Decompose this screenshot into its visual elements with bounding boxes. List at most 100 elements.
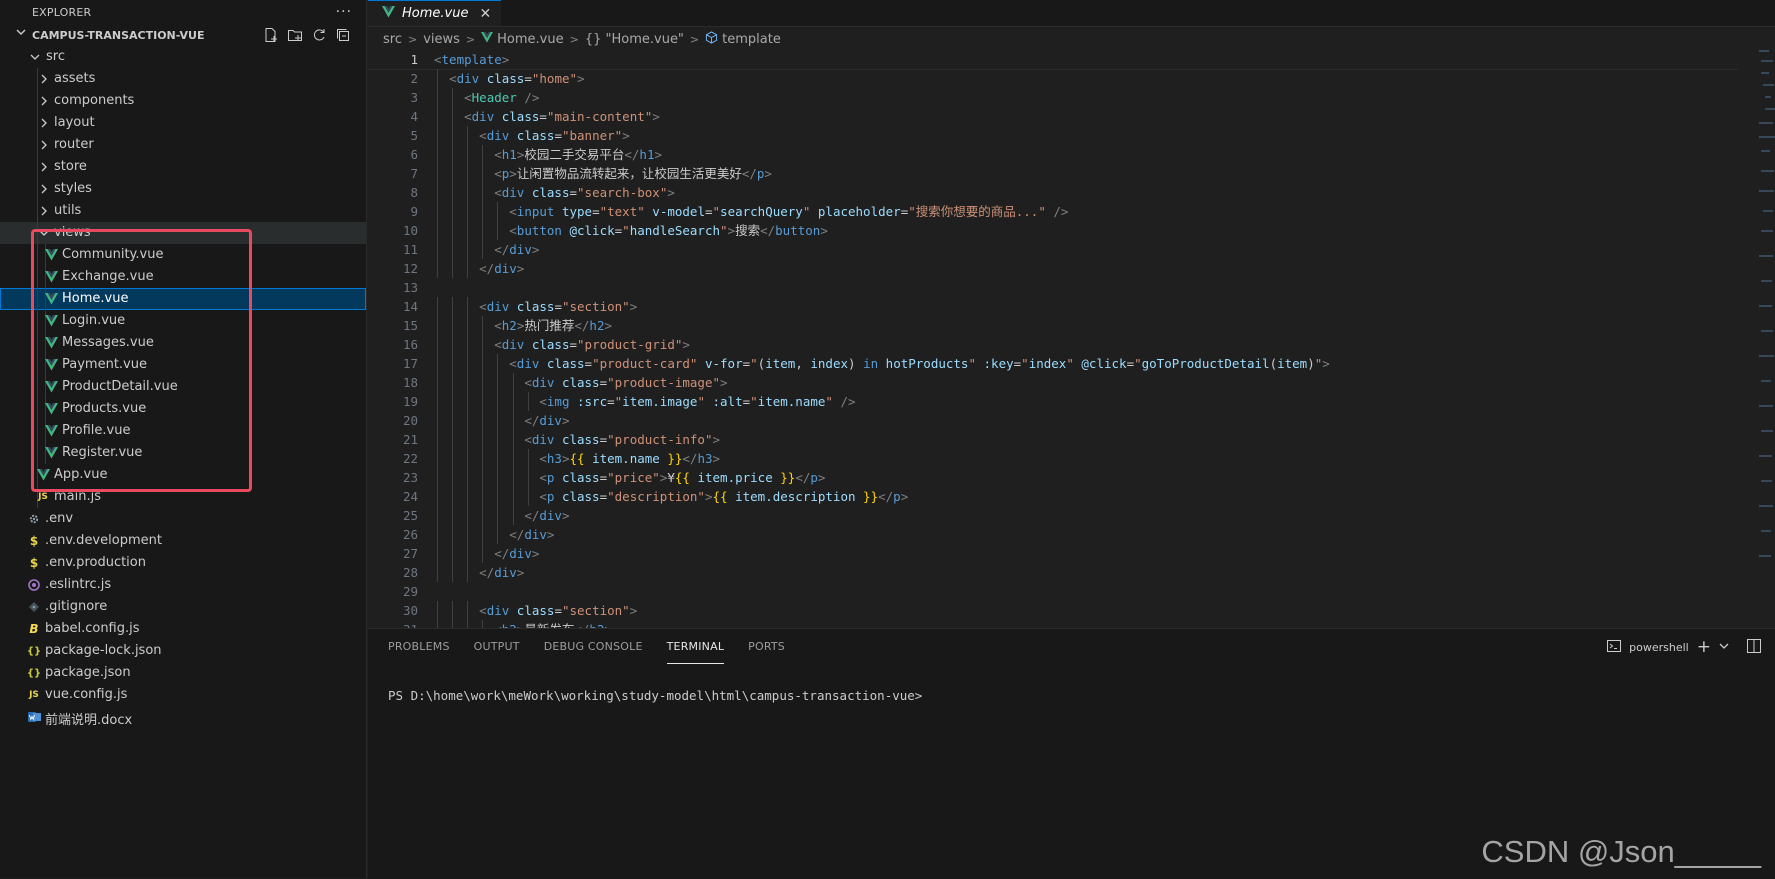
code-text: <Header /> <box>434 88 539 107</box>
code-line[interactable]: 30 <div class="section"> <box>368 601 1738 620</box>
breadcrumb-item-module[interactable]: {} "Home.vue" <box>585 32 684 47</box>
file-payment-vue[interactable]: Payment.vue <box>0 354 366 376</box>
file-babel-config-js[interactable]: Bbabel.config.js <box>0 618 366 640</box>
folder-assets[interactable]: assets <box>0 68 366 90</box>
code-token: , <box>795 356 811 371</box>
file-profile-vue[interactable]: Profile.vue <box>0 420 366 442</box>
code-line[interactable]: 10 <button @click="handleSearch">搜索</but… <box>368 221 1738 240</box>
folder-router[interactable]: router <box>0 134 366 156</box>
code-line[interactable]: 23 <p class="price">¥{{ item.price }}</p… <box>368 468 1738 487</box>
code-area[interactable]: 1 <template> 2 <div class="home"> 3 <Header… <box>368 50 1738 628</box>
new-file-icon[interactable] <box>262 26 280 44</box>
shell-label[interactable]: powershell <box>1629 641 1689 654</box>
file-gitignore[interactable]: .gitignore <box>0 596 366 618</box>
file-package-json[interactable]: {} package.json <box>0 662 366 684</box>
code-line[interactable]: 1 <template> <box>368 50 1738 70</box>
code-text: <div class="product-grid"> <box>434 335 690 354</box>
code-line[interactable]: 21 <div class="product-info"> <box>368 430 1738 449</box>
project-header[interactable]: CAMPUS-TRANSACTION-VUE <box>0 24 366 46</box>
code-line[interactable]: 12 </div> <box>368 259 1738 278</box>
folder-utils[interactable]: utils <box>0 200 366 222</box>
terminal-prompt[interactable]: PS D:\home\work\meWork\working\study-mod… <box>388 688 922 703</box>
code-line[interactable]: 14 <div class="section"> <box>368 297 1738 316</box>
folder-layout[interactable]: layout <box>0 112 366 134</box>
code-token: {{ <box>674 470 690 485</box>
plus-icon[interactable]: + <box>1697 637 1711 657</box>
code-line[interactable]: 7 <p>让闲置物品流转起来，让校园生活更美好</p> <box>368 164 1738 183</box>
file-eslintrc-js[interactable]: .eslintrc.js <box>0 574 366 596</box>
file-app-vue[interactable]: App.vue <box>0 464 366 486</box>
vue-file-icon <box>44 402 58 416</box>
chevron-down-icon[interactable] <box>1719 641 1729 654</box>
file-products-vue[interactable]: Products.vue <box>0 398 366 420</box>
tab-home-vue[interactable]: Home.vue ✕ <box>368 0 502 26</box>
code-line[interactable]: 6 <h1>校园二手交易平台</h1> <box>368 145 1738 164</box>
file-main-js[interactable]: JS main.js <box>0 486 366 508</box>
code-line[interactable]: 29 <box>368 582 1738 601</box>
code-line[interactable]: 15 <h2>热门推荐</h2> <box>368 316 1738 335</box>
file-vue-config-js[interactable]: JS vue.config.js <box>0 684 366 706</box>
code-line[interactable]: 20 </div> <box>368 411 1738 430</box>
more-actions-icon[interactable]: ··· <box>336 4 352 20</box>
file-login-vue[interactable]: Login.vue <box>0 310 366 332</box>
collapse-all-icon[interactable] <box>334 26 352 44</box>
code-line[interactable]: 9 <input type="text" v-model="searchQuer… <box>368 202 1738 221</box>
tab-terminal[interactable]: TERMINAL <box>666 629 725 664</box>
code-line[interactable]: 22 <h3>{{ item.name }}</h3> <box>368 449 1738 468</box>
minimap[interactable] <box>1745 50 1775 570</box>
code-line[interactable]: 3 <Header /> <box>368 88 1738 107</box>
code-line[interactable]: 11 </div> <box>368 240 1738 259</box>
file-home-vue[interactable]: Home.vue <box>0 288 366 310</box>
split-terminal-icon[interactable] <box>1747 638 1761 656</box>
code-line[interactable]: 8 <div class="search-box"> <box>368 183 1738 202</box>
code-line[interactable]: 5 <div class="banner"> <box>368 126 1738 145</box>
breadcrumb-item-file[interactable]: Home.vue <box>497 32 563 47</box>
folder-components[interactable]: components <box>0 90 366 112</box>
vue-file-icon <box>44 446 58 460</box>
code-line[interactable]: 26 </div> <box>368 525 1738 544</box>
breadcrumb-item-template[interactable]: template <box>722 32 781 47</box>
file-env[interactable]: .env <box>0 508 366 530</box>
breadcrumb-item-src[interactable]: src <box>383 32 402 47</box>
breadcrumb-item-views[interactable]: views <box>423 32 460 47</box>
code-line[interactable]: 16 <div class="product-grid"> <box>368 335 1738 354</box>
file-docx[interactable]: 前端说明.docx <box>0 706 366 728</box>
file-env-production[interactable]: $ .env.production <box>0 552 366 574</box>
code-line[interactable]: 24 <p class="description">{{ item.descri… <box>368 487 1738 506</box>
code-token: < <box>494 185 502 200</box>
tree-item-label: .gitignore <box>45 599 108 614</box>
file-package-lock-json[interactable]: {} package-lock.json <box>0 640 366 662</box>
tab-problems[interactable]: PROBLEMS <box>388 629 450 664</box>
file-productdetail-vue[interactable]: ProductDetail.vue <box>0 376 366 398</box>
folder-src[interactable]: src <box>0 46 366 68</box>
new-folder-icon[interactable] <box>286 26 304 44</box>
code-line[interactable]: 25 </div> <box>368 506 1738 525</box>
tab-debug-console[interactable]: DEBUG CONSOLE <box>544 629 643 664</box>
folder-store[interactable]: store <box>0 156 366 178</box>
code-line[interactable]: 17 <div class="product-card" v-for="(ite… <box>368 354 1738 373</box>
file-env-development[interactable]: $ .env.development <box>0 530 366 552</box>
folder-styles[interactable]: styles <box>0 178 366 200</box>
code-line[interactable]: 2 <div class="home"> <box>368 69 1738 88</box>
tab-output[interactable]: OUTPUT <box>474 629 520 664</box>
code-line[interactable]: 18 <div class="product-image"> <box>368 373 1738 392</box>
refresh-icon[interactable] <box>310 26 328 44</box>
code-line[interactable]: 19 <img :src="item.image" :alt="item.nam… <box>368 392 1738 411</box>
tab-ports[interactable]: PORTS <box>748 629 785 664</box>
file-community-vue[interactable]: Community.vue <box>0 244 366 266</box>
code-line[interactable]: 31 <h2>最新发布</h2> <box>368 620 1738 628</box>
file-messages-vue[interactable]: Messages.vue <box>0 332 366 354</box>
file-exchange-vue[interactable]: Exchange.vue <box>0 266 366 288</box>
code-line[interactable]: 27 </div> <box>368 544 1738 563</box>
file-register-vue[interactable]: Register.vue <box>0 442 366 464</box>
code-line[interactable]: 13 <box>368 278 1738 297</box>
code-token: < <box>539 394 547 409</box>
code-line[interactable]: 4 <div class="main-content"> <box>368 107 1738 126</box>
code-line[interactable]: 28 </div> <box>368 563 1738 582</box>
close-icon[interactable]: ✕ <box>479 6 491 22</box>
folder-views[interactable]: views <box>0 222 366 244</box>
